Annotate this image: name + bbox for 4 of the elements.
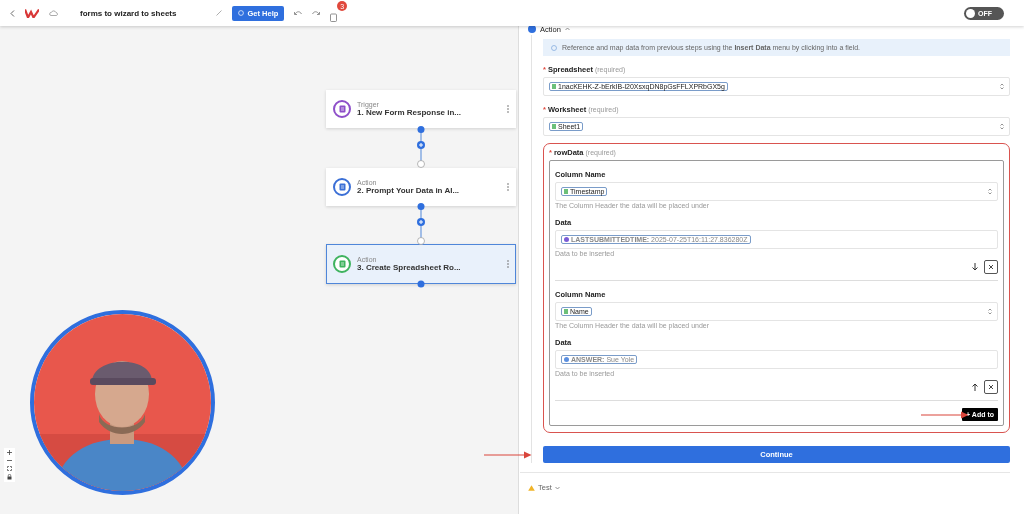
step-title: 1. New Form Response in... (357, 108, 463, 117)
step-title: 3. Create Spreadsheet Ro... (357, 263, 462, 272)
workflow-title: forms to wizard to sheets (80, 8, 177, 18)
step-title: 2. Prompt Your Data in AI... (357, 186, 461, 195)
